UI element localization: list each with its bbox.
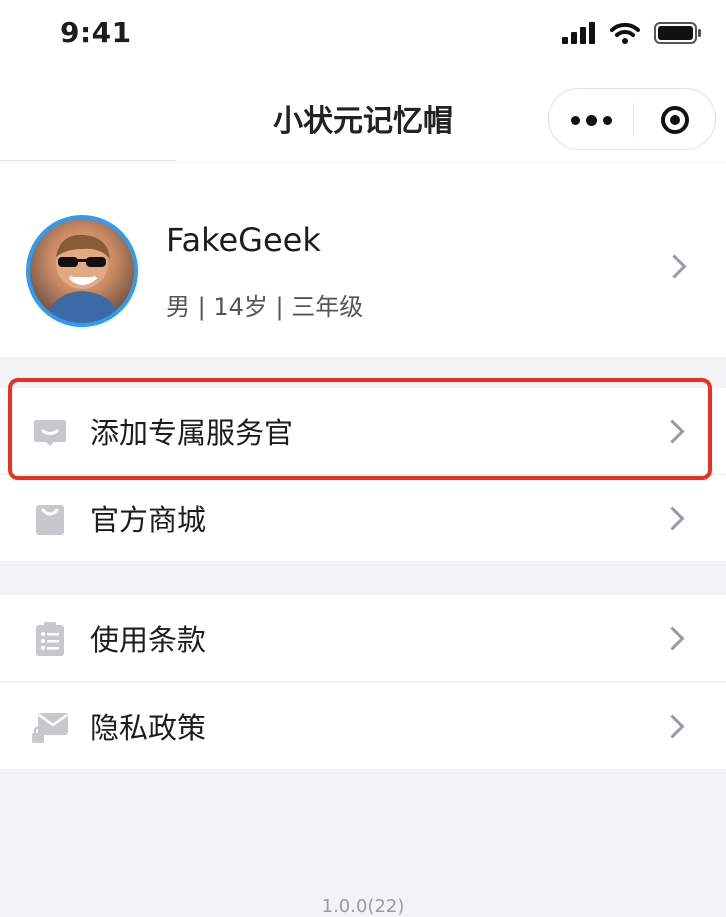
menu-item-label: 官方商城 bbox=[90, 503, 207, 537]
user-info: 男 | 14岁 | 三年级 bbox=[166, 293, 364, 321]
menu-item-terms-of-use[interactable]: 使用条款 bbox=[0, 595, 726, 681]
capsule-menu bbox=[548, 88, 716, 150]
more-button[interactable] bbox=[549, 89, 633, 151]
shopping-bag-icon bbox=[36, 505, 64, 535]
chevron-right-icon bbox=[660, 626, 685, 651]
battery-icon bbox=[654, 22, 701, 44]
wifi-icon bbox=[610, 22, 640, 44]
menu-item-label: 使用条款 bbox=[90, 623, 207, 657]
chevron-right-icon bbox=[660, 714, 685, 739]
menu-item-privacy-policy[interactable]: 隐私政策 bbox=[0, 683, 726, 769]
highlight-annotation bbox=[8, 378, 712, 480]
profile-card[interactable]: FakeGeek 男 | 14岁 | 三年级 bbox=[0, 163, 726, 357]
version-label: 1.0.0(22) bbox=[321, 896, 405, 917]
close-button[interactable] bbox=[634, 89, 716, 151]
status-icons bbox=[562, 22, 702, 44]
target-close-icon bbox=[661, 106, 689, 134]
nav-divider bbox=[0, 160, 176, 161]
divider bbox=[0, 681, 726, 682]
status-time: 9:41 bbox=[60, 16, 132, 49]
user-name: FakeGeek bbox=[166, 221, 321, 259]
nav-bar: 小状元记忆帽 bbox=[0, 72, 726, 162]
signal-icon bbox=[562, 22, 595, 44]
avatar-photo bbox=[46, 234, 120, 323]
clipboard-list-icon bbox=[36, 622, 64, 656]
avatar bbox=[26, 215, 138, 327]
envelope-lock-icon bbox=[32, 713, 68, 743]
chevron-right-icon bbox=[662, 254, 687, 279]
menu-item-official-store[interactable]: 官方商城 bbox=[0, 475, 726, 561]
menu-item-label: 隐私政策 bbox=[90, 711, 207, 745]
status-bar: 9:41 bbox=[0, 0, 726, 72]
chevron-right-icon bbox=[660, 506, 685, 531]
more-dots-icon bbox=[568, 114, 615, 126]
